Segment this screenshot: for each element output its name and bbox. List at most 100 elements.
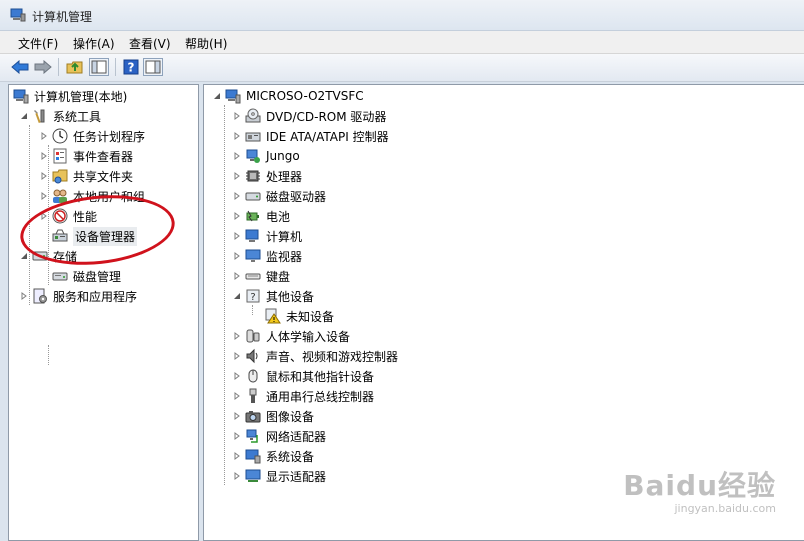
tree-item[interactable]: 磁盘管理 <box>39 266 121 286</box>
warning-device-icon <box>265 308 281 324</box>
device-category[interactable]: 声音、视频和游戏控制器 <box>232 346 398 366</box>
tree-item[interactable]: 计算机管理(本地) <box>13 86 127 106</box>
tree-connector-line <box>252 305 253 315</box>
tree-expander-icon[interactable] <box>232 251 242 261</box>
tree-expander-icon[interactable] <box>39 131 49 141</box>
computer-name-label: MICROSO-O2TVSFC <box>246 89 364 103</box>
menu-action[interactable]: 操作(A) <box>73 35 115 52</box>
tree-expander-icon[interactable] <box>232 151 242 161</box>
device-tree-root[interactable]: MICROSO-O2TVSFC <box>212 86 364 106</box>
device-category[interactable]: 鼠标和其他指针设备 <box>232 366 374 386</box>
device-category-label: IDE ATA/ATAPI 控制器 <box>266 129 389 144</box>
help-icon[interactable]: ? <box>121 58 141 76</box>
tree-item[interactable]: 本地用户和组 <box>39 186 145 206</box>
tree-expander-icon[interactable] <box>19 111 29 121</box>
tree-item-label: 共享文件夹 <box>73 169 134 184</box>
tree-expander-icon[interactable] <box>232 211 242 221</box>
tree-expander-icon[interactable] <box>232 411 242 421</box>
tree-item-label: 任务计划程序 <box>73 129 146 144</box>
tree-expander-icon[interactable] <box>232 271 242 281</box>
disk-management-icon <box>52 268 68 284</box>
device-category[interactable]: IDE ATA/ATAPI 控制器 <box>232 126 389 146</box>
device-category-label: 显示适配器 <box>266 469 327 484</box>
menu-file[interactable]: 文件(F) <box>18 35 58 52</box>
tree-item-label: 设备管理器 <box>73 226 138 246</box>
tree-expander-icon[interactable] <box>232 111 242 121</box>
device-category[interactable]: 人体学输入设备 <box>232 326 350 346</box>
device-category[interactable]: 网络适配器 <box>232 426 326 446</box>
title-bar[interactable]: 计算机管理 <box>0 0 804 31</box>
device-category[interactable]: 计算机 <box>232 226 302 246</box>
tree-item-label: 系统工具 <box>53 109 102 124</box>
jungo-device-icon <box>245 148 261 164</box>
tree-expander-icon[interactable] <box>232 191 242 201</box>
tree-expander-icon[interactable] <box>232 471 242 481</box>
tree-expander-icon[interactable] <box>232 351 242 361</box>
menu-bar: 文件(F) 操作(A) 查看(V) 帮助(H) <box>0 31 804 54</box>
tree-expander-icon[interactable] <box>232 171 242 181</box>
console-tree-pane[interactable]: 计算机管理(本地) 系统工具 任务计划程序 事件查看器 共享文件夹 本地用户和组 性能 设备管… <box>8 84 199 541</box>
tree-item-label: 存储 <box>53 249 78 264</box>
device-category[interactable]: ? 其他设备 <box>232 286 314 306</box>
tree-item[interactable]: 共享文件夹 <box>39 166 133 186</box>
tree-expander-icon[interactable] <box>232 371 242 381</box>
tree-connector-line <box>224 105 225 485</box>
device-item[interactable]: 未知设备 <box>252 306 334 326</box>
device-category-label: DVD/CD-ROM 驱动器 <box>266 109 387 124</box>
tree-expander-icon[interactable] <box>232 131 242 141</box>
tools-icon <box>32 108 48 124</box>
tree-expander-icon[interactable] <box>232 451 242 461</box>
back-arrow-icon[interactable] <box>10 58 30 76</box>
unknown-device-category-icon: ? <box>245 288 261 304</box>
tree-item[interactable]: 事件查看器 <box>39 146 133 166</box>
tree-expander-icon[interactable] <box>232 331 242 341</box>
device-category-label: 计算机 <box>266 229 303 244</box>
device-category[interactable]: 键盘 <box>232 266 290 286</box>
show-hide-tree-icon[interactable] <box>89 58 109 76</box>
tree-expander-icon[interactable] <box>212 91 222 101</box>
menu-help[interactable]: 帮助(H) <box>185 35 227 52</box>
device-category[interactable]: 显示适配器 <box>232 466 326 486</box>
tree-item[interactable]: 系统工具 <box>19 106 101 126</box>
tree-expander-icon[interactable] <box>232 231 242 241</box>
device-category[interactable]: 图像设备 <box>232 406 314 426</box>
device-category-label: 声音、视频和游戏控制器 <box>266 349 399 364</box>
tree-expander-icon[interactable] <box>232 291 242 301</box>
tree-connector-line <box>29 125 30 305</box>
performance-icon <box>52 208 68 224</box>
tree-item[interactable]: 设备管理器 <box>39 226 138 246</box>
device-category[interactable]: Jungo <box>232 146 300 166</box>
svg-text:?: ? <box>250 292 255 303</box>
device-category[interactable]: 通用串行总线控制器 <box>232 386 374 406</box>
computer-icon <box>225 88 241 104</box>
menu-view[interactable]: 查看(V) <box>129 35 171 52</box>
tree-item-label: 事件查看器 <box>73 149 134 164</box>
tree-expander-icon[interactable] <box>19 291 29 301</box>
device-category[interactable]: DVD/CD-ROM 驱动器 <box>232 106 386 126</box>
tree-expander-icon[interactable] <box>232 431 242 441</box>
toolbar-separator <box>58 58 59 76</box>
tree-item[interactable]: 任务计划程序 <box>39 126 145 146</box>
action-pane-icon[interactable] <box>143 58 163 76</box>
watermark: Baidu经验 jingyan.baidu.com <box>623 464 776 515</box>
device-category-label: 系统设备 <box>266 449 315 464</box>
device-category[interactable]: 系统设备 <box>232 446 314 466</box>
device-category[interactable]: 处理器 <box>232 166 302 186</box>
forward-arrow-icon[interactable] <box>33 58 53 76</box>
tree-item[interactable]: 服务和应用程序 <box>19 286 137 306</box>
storage-icon <box>32 248 48 264</box>
up-folder-icon[interactable] <box>65 58 85 76</box>
shared-folder-icon <box>52 168 68 184</box>
computer-management-icon <box>13 88 29 104</box>
hid-icon <box>245 328 261 344</box>
tree-expander-icon[interactable] <box>19 251 29 261</box>
tree-expander-icon[interactable] <box>232 391 242 401</box>
device-category[interactable]: 磁盘驱动器 <box>232 186 326 206</box>
device-category[interactable]: 监视器 <box>232 246 302 266</box>
device-category-label: 图像设备 <box>266 409 315 424</box>
services-icon <box>32 288 48 304</box>
device-category[interactable]: 电池 <box>232 206 290 226</box>
event-viewer-icon <box>52 148 68 164</box>
processor-icon <box>245 168 261 184</box>
